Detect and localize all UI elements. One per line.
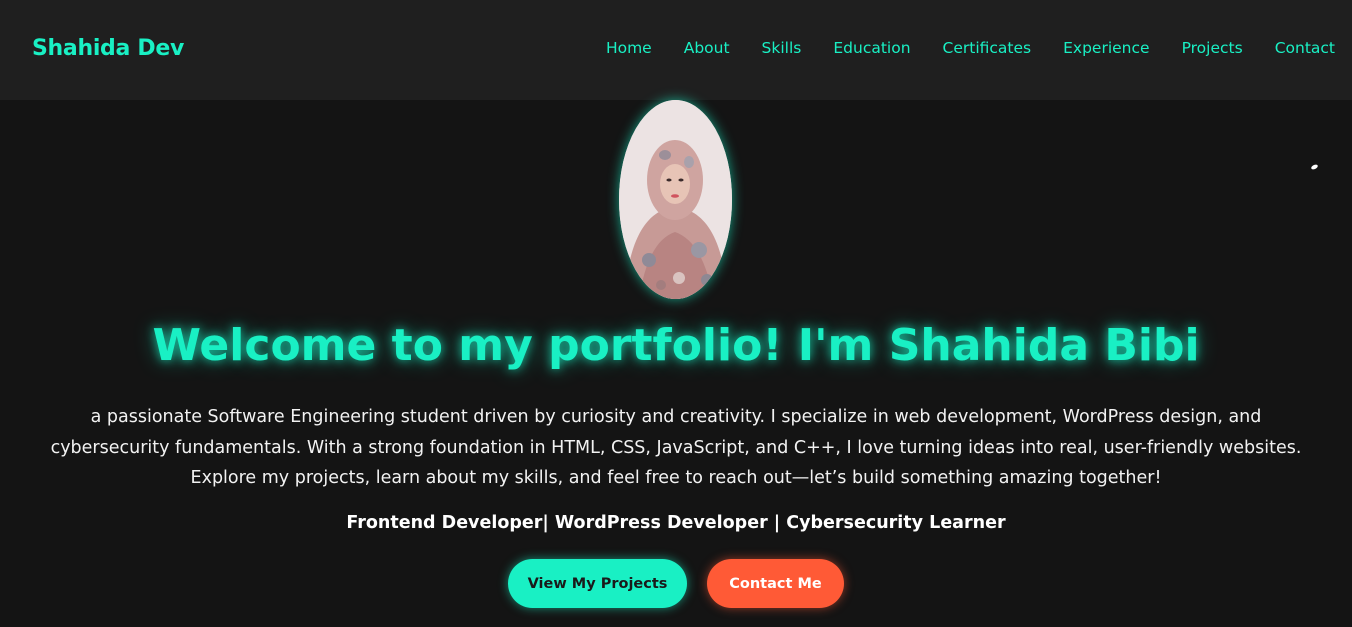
nav-links: Home About Skills Education Certificates… (606, 39, 1335, 57)
nav-link-certificates[interactable]: Certificates (943, 39, 1032, 57)
brand-logo[interactable]: Shahida Dev (32, 36, 184, 61)
hero-title: Welcome to my portfolio! I'm Shahida Bib… (152, 320, 1200, 371)
hero-section: Welcome to my portfolio! I'm Shahida Bib… (0, 100, 1352, 627)
nav-link-about[interactable]: About (684, 39, 730, 57)
nav-link-education[interactable]: Education (833, 39, 910, 57)
profile-photo (619, 100, 732, 299)
view-projects-button[interactable]: View My Projects (508, 559, 687, 608)
nav-link-experience[interactable]: Experience (1063, 39, 1149, 57)
navbar: Shahida Dev Home About Skills Education … (0, 0, 1352, 100)
contact-me-button[interactable]: Contact Me (707, 559, 844, 608)
nav-link-projects[interactable]: Projects (1182, 39, 1243, 57)
hero-roles: Frontend Developer| WordPress Developer … (346, 513, 1006, 533)
nav-link-contact[interactable]: Contact (1275, 39, 1335, 57)
hero-description: a passionate Software Engineering studen… (50, 407, 1302, 488)
nav-link-skills[interactable]: Skills (762, 39, 802, 57)
nav-link-home[interactable]: Home (606, 39, 652, 57)
sparkle-decoration (1310, 163, 1319, 171)
